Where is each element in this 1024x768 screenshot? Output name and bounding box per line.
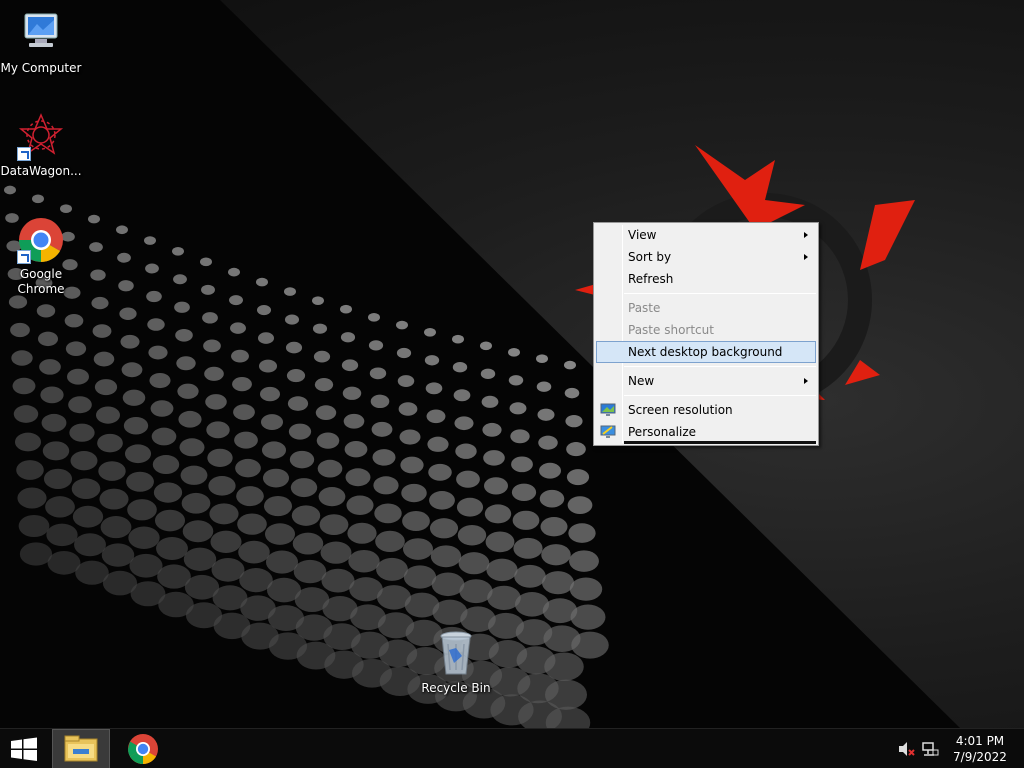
recycle-bin-icon [432, 630, 480, 678]
menu-bottom-bar [624, 441, 816, 444]
desktop-icon-google-chrome[interactable]: Google Chrome [0, 216, 82, 297]
desktop-icon-label: DataWagon... [0, 164, 82, 178]
shortcut-arrow-icon [17, 147, 31, 161]
computer-icon [17, 10, 65, 58]
desktop-wallpaper [0, 0, 1024, 728]
personalize-icon [600, 424, 616, 438]
menu-separator [624, 293, 816, 294]
desktop-context-menu: View Sort by Refresh Paste Paste shortcu… [593, 222, 819, 446]
desktop-icon-label: Recycle Bin [421, 681, 491, 695]
menu-item-label: Paste shortcut [628, 323, 714, 337]
volume-muted-icon[interactable] [897, 741, 915, 757]
menu-item-label: Refresh [628, 272, 674, 286]
submenu-arrow-icon [804, 254, 808, 260]
clock-time: 4:01 PM [955, 734, 1005, 748]
clock-date: 7/9/2022 [953, 750, 1007, 764]
menu-item-new[interactable]: New [596, 370, 816, 392]
menu-item-label: New [628, 374, 655, 388]
submenu-arrow-icon [804, 378, 808, 384]
taskbar-chrome-button[interactable] [114, 729, 172, 768]
desktop-icon-label: Google Chrome [17, 267, 65, 296]
chrome-icon [127, 734, 158, 765]
desktop-icon-recycle-bin[interactable]: Recycle Bin [415, 630, 497, 696]
taskbar: 4:01 PM 7/9/2022 [0, 728, 1024, 768]
chrome-icon [17, 216, 65, 264]
start-button[interactable] [0, 729, 48, 768]
wallpaper-art [4, 145, 915, 728]
wallpaper-dot-pattern [4, 185, 609, 728]
menu-item-label: View [628, 228, 657, 242]
taskbar-file-explorer-button[interactable] [52, 729, 110, 768]
network-icon[interactable] [921, 741, 939, 757]
menu-item-refresh[interactable]: Refresh [596, 268, 816, 290]
shortcut-arrow-icon [17, 250, 31, 264]
datawagon-icon [17, 113, 65, 161]
desktop-icon-my-computer[interactable]: My Computer [0, 10, 82, 76]
taskbar-clock[interactable]: 4:01 PM 7/9/2022 [950, 733, 1010, 765]
menu-item-sort-by[interactable]: Sort by [596, 246, 816, 268]
menu-item-label: Sort by [628, 250, 672, 264]
menu-item-label: Personalize [628, 425, 697, 439]
menu-item-paste: Paste [596, 297, 816, 319]
menu-separator [624, 366, 816, 367]
menu-separator [624, 395, 816, 396]
desktop-icon-label: My Computer [0, 61, 82, 75]
menu-item-paste-shortcut: Paste shortcut [596, 319, 816, 341]
windows-logo-icon [11, 737, 37, 761]
menu-item-screen-resolution[interactable]: Screen resolution [596, 399, 816, 421]
menu-item-view[interactable]: View [596, 224, 816, 246]
submenu-arrow-icon [804, 232, 808, 238]
menu-item-label: Paste [628, 301, 661, 315]
menu-item-personalize[interactable]: Personalize [596, 421, 816, 443]
menu-item-label: Next desktop background [628, 345, 783, 359]
monitor-icon [600, 402, 616, 416]
menu-item-next-desktop-background[interactable]: Next desktop background [596, 341, 816, 363]
desktop-icon-datawagon[interactable]: DataWagon... [0, 113, 82, 179]
menu-item-label: Screen resolution [628, 403, 733, 417]
folder-icon [64, 735, 98, 762]
